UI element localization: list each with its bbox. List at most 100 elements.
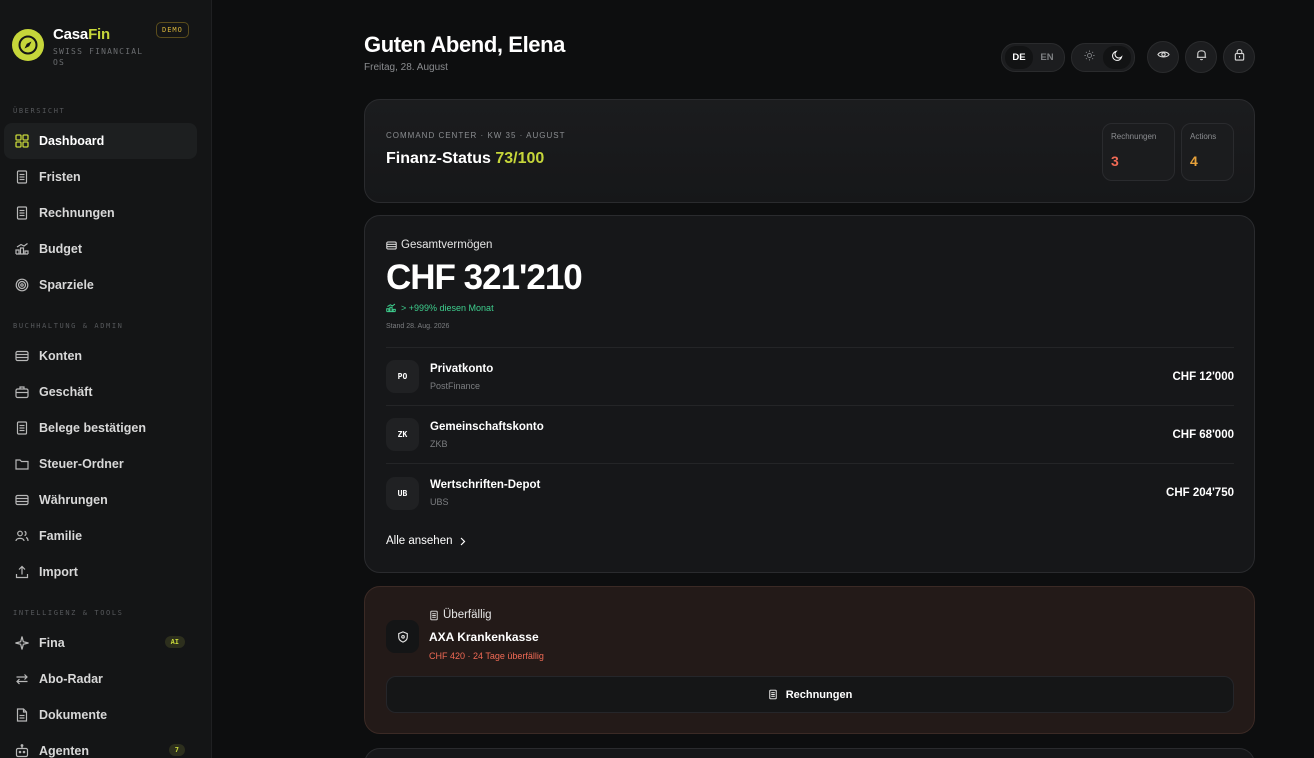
sidebar-item-label: Geschäft — [39, 385, 93, 399]
account-row[interactable]: UB Wertschriften-Depot UBS CHF 204'750 — [386, 464, 1234, 522]
sidebar-item-waehrungen[interactable]: Währungen — [4, 482, 197, 518]
document-icon — [429, 610, 439, 621]
lang-en-button[interactable]: EN — [1033, 46, 1061, 69]
overdue-card: Überfällig AXA Krankenkasse CHF 420 · 24… — [364, 586, 1255, 734]
sidebar-item-fina[interactable]: Fina AI — [4, 625, 197, 661]
account-row[interactable]: PO Privatkonto PostFinance CHF 12'000 — [386, 348, 1234, 406]
stat-rechnungen[interactable]: Rechnungen 3 — [1102, 123, 1175, 181]
sidebar-item-konten[interactable]: Konten — [4, 338, 197, 374]
target-icon — [15, 278, 29, 292]
sidebar-item-import[interactable]: Import — [4, 554, 197, 590]
notifications-button[interactable] — [1185, 41, 1217, 73]
language-switcher: DE EN — [1001, 42, 1065, 72]
sidebar-item-geschaeft[interactable]: Geschäft — [4, 374, 197, 410]
folder-icon — [15, 457, 29, 471]
account-name: Gemeinschaftskonto — [430, 420, 544, 433]
privacy-toggle-button[interactable] — [1147, 41, 1179, 73]
sidebar-item-label: Rechnungen — [39, 206, 115, 220]
moon-icon — [1111, 50, 1123, 64]
account-avatar: PO — [386, 360, 419, 393]
sidebar-item-label: Fina — [39, 636, 65, 650]
sidebar-item-label: Dokumente — [39, 708, 108, 722]
wallet-icon — [15, 349, 29, 363]
overdue-kicker: Überfällig — [429, 609, 492, 621]
account-amount: CHF 12'000 — [1172, 370, 1234, 383]
compass-icon — [12, 29, 44, 61]
document-icon — [15, 206, 29, 220]
lock-icon — [1233, 48, 1246, 66]
briefcase-icon — [15, 385, 29, 399]
account-list: PO Privatkonto PostFinance CHF 12'000 ZK… — [386, 347, 1234, 522]
see-all-link[interactable]: Alle ansehen — [386, 535, 466, 547]
repeat-icon — [15, 672, 29, 686]
next-card — [364, 748, 1255, 758]
sidebar-item-label: Sparziele — [39, 278, 94, 292]
sidebar-item-label: Steuer-Ordner — [39, 457, 124, 471]
section-label-intelligence: INTELLIGENZ & TOOLS — [13, 609, 124, 617]
wallet-icon — [15, 493, 29, 507]
demo-badge: DEMO — [156, 22, 189, 38]
page-header: Guten Abend, Elena Freitag, 28. August D… — [364, 32, 1255, 80]
sidebar-item-label: Budget — [39, 242, 83, 256]
document-icon — [768, 689, 778, 700]
users-icon — [15, 529, 29, 543]
main-content: Guten Abend, Elena Freitag, 28. August D… — [212, 0, 1314, 758]
bell-icon — [1195, 48, 1208, 66]
sidebar-item-familie[interactable]: Familie — [4, 518, 197, 554]
finance-score: 73/100 — [495, 150, 545, 167]
sparkle-icon — [15, 636, 29, 650]
sidebar-item-budget[interactable]: Budget — [4, 231, 197, 267]
sidebar: CasaFin SWISS FINANCIAL OS DEMO ÜBERSICH… — [0, 0, 212, 758]
stat-label: Rechnungen — [1111, 132, 1157, 141]
sidebar-item-fristen[interactable]: Fristen — [4, 159, 197, 195]
sidebar-item-dokumente[interactable]: Dokumente — [4, 697, 197, 733]
sidebar-item-label: Fristen — [39, 170, 81, 184]
header-controls: DE EN — [1001, 41, 1255, 73]
trend-icon — [15, 242, 29, 256]
sun-icon — [1083, 50, 1095, 64]
sidebar-item-label: Dashboard — [39, 134, 105, 148]
document-icon — [15, 170, 29, 184]
dark-theme-button[interactable] — [1103, 45, 1131, 69]
sidebar-item-rechnungen[interactable]: Rechnungen — [4, 195, 197, 231]
eye-icon — [1156, 48, 1170, 66]
account-avatar: UB — [386, 476, 419, 510]
brand[interactable]: CasaFin SWISS FINANCIAL OS DEMO — [0, 0, 211, 88]
sidebar-item-label: Belege bestätigen — [39, 421, 146, 435]
sidebar-item-belege[interactable]: Belege bestätigen — [4, 410, 197, 446]
sidebar-item-steuer-ordner[interactable]: Steuer-Ordner — [4, 446, 197, 482]
account-avatar: ZK — [386, 418, 419, 451]
sidebar-item-abo-radar[interactable]: Abo-Radar — [4, 661, 197, 697]
command-center-kicker: COMMAND CENTER · KW 35 · AUGUST — [386, 131, 566, 140]
sidebar-item-label: Abo-Radar — [39, 672, 103, 686]
agents-count-badge: 7 — [168, 744, 185, 756]
account-row[interactable]: ZK Gemeinschaftskonto ZKB CHF 68'000 — [386, 406, 1234, 464]
document-icon — [15, 421, 29, 435]
grid-icon — [15, 134, 29, 148]
light-theme-button[interactable] — [1075, 46, 1103, 69]
sidebar-item-agenten[interactable]: Agenten 7 — [4, 733, 197, 758]
stat-value: 3 — [1111, 153, 1119, 169]
sidebar-item-sparziele[interactable]: Sparziele — [4, 267, 197, 303]
ai-badge: AI — [164, 636, 185, 648]
brand-subtitle: SWISS FINANCIAL OS — [53, 47, 144, 67]
chevron-right-icon — [459, 537, 466, 546]
account-bank: UBS — [430, 497, 449, 507]
account-amount: CHF 68'000 — [1172, 428, 1234, 441]
account-name: Wertschriften-Depot — [430, 479, 541, 491]
rechnungen-button[interactable]: Rechnungen — [386, 676, 1234, 713]
lang-de-button[interactable]: DE — [1005, 45, 1033, 69]
sidebar-item-dashboard[interactable]: Dashboard — [4, 123, 197, 159]
theme-switcher — [1071, 42, 1135, 72]
sidebar-item-label: Import — [39, 565, 78, 579]
wealth-as-of: Stand 28. Aug. 2026 — [386, 323, 450, 330]
section-label-overview: ÜBERSICHT — [13, 107, 66, 115]
overdue-title: AXA Krankenkasse — [429, 630, 539, 644]
stat-actions[interactable]: Actions 4 — [1181, 123, 1234, 181]
sidebar-item-label: Familie — [39, 529, 83, 543]
wealth-title: Gesamtvermögen — [386, 239, 492, 251]
sidebar-item-label: Agenten — [39, 744, 89, 758]
stat-label: Actions — [1190, 132, 1217, 141]
lock-button[interactable] — [1223, 41, 1255, 73]
wallet-icon — [386, 240, 397, 251]
